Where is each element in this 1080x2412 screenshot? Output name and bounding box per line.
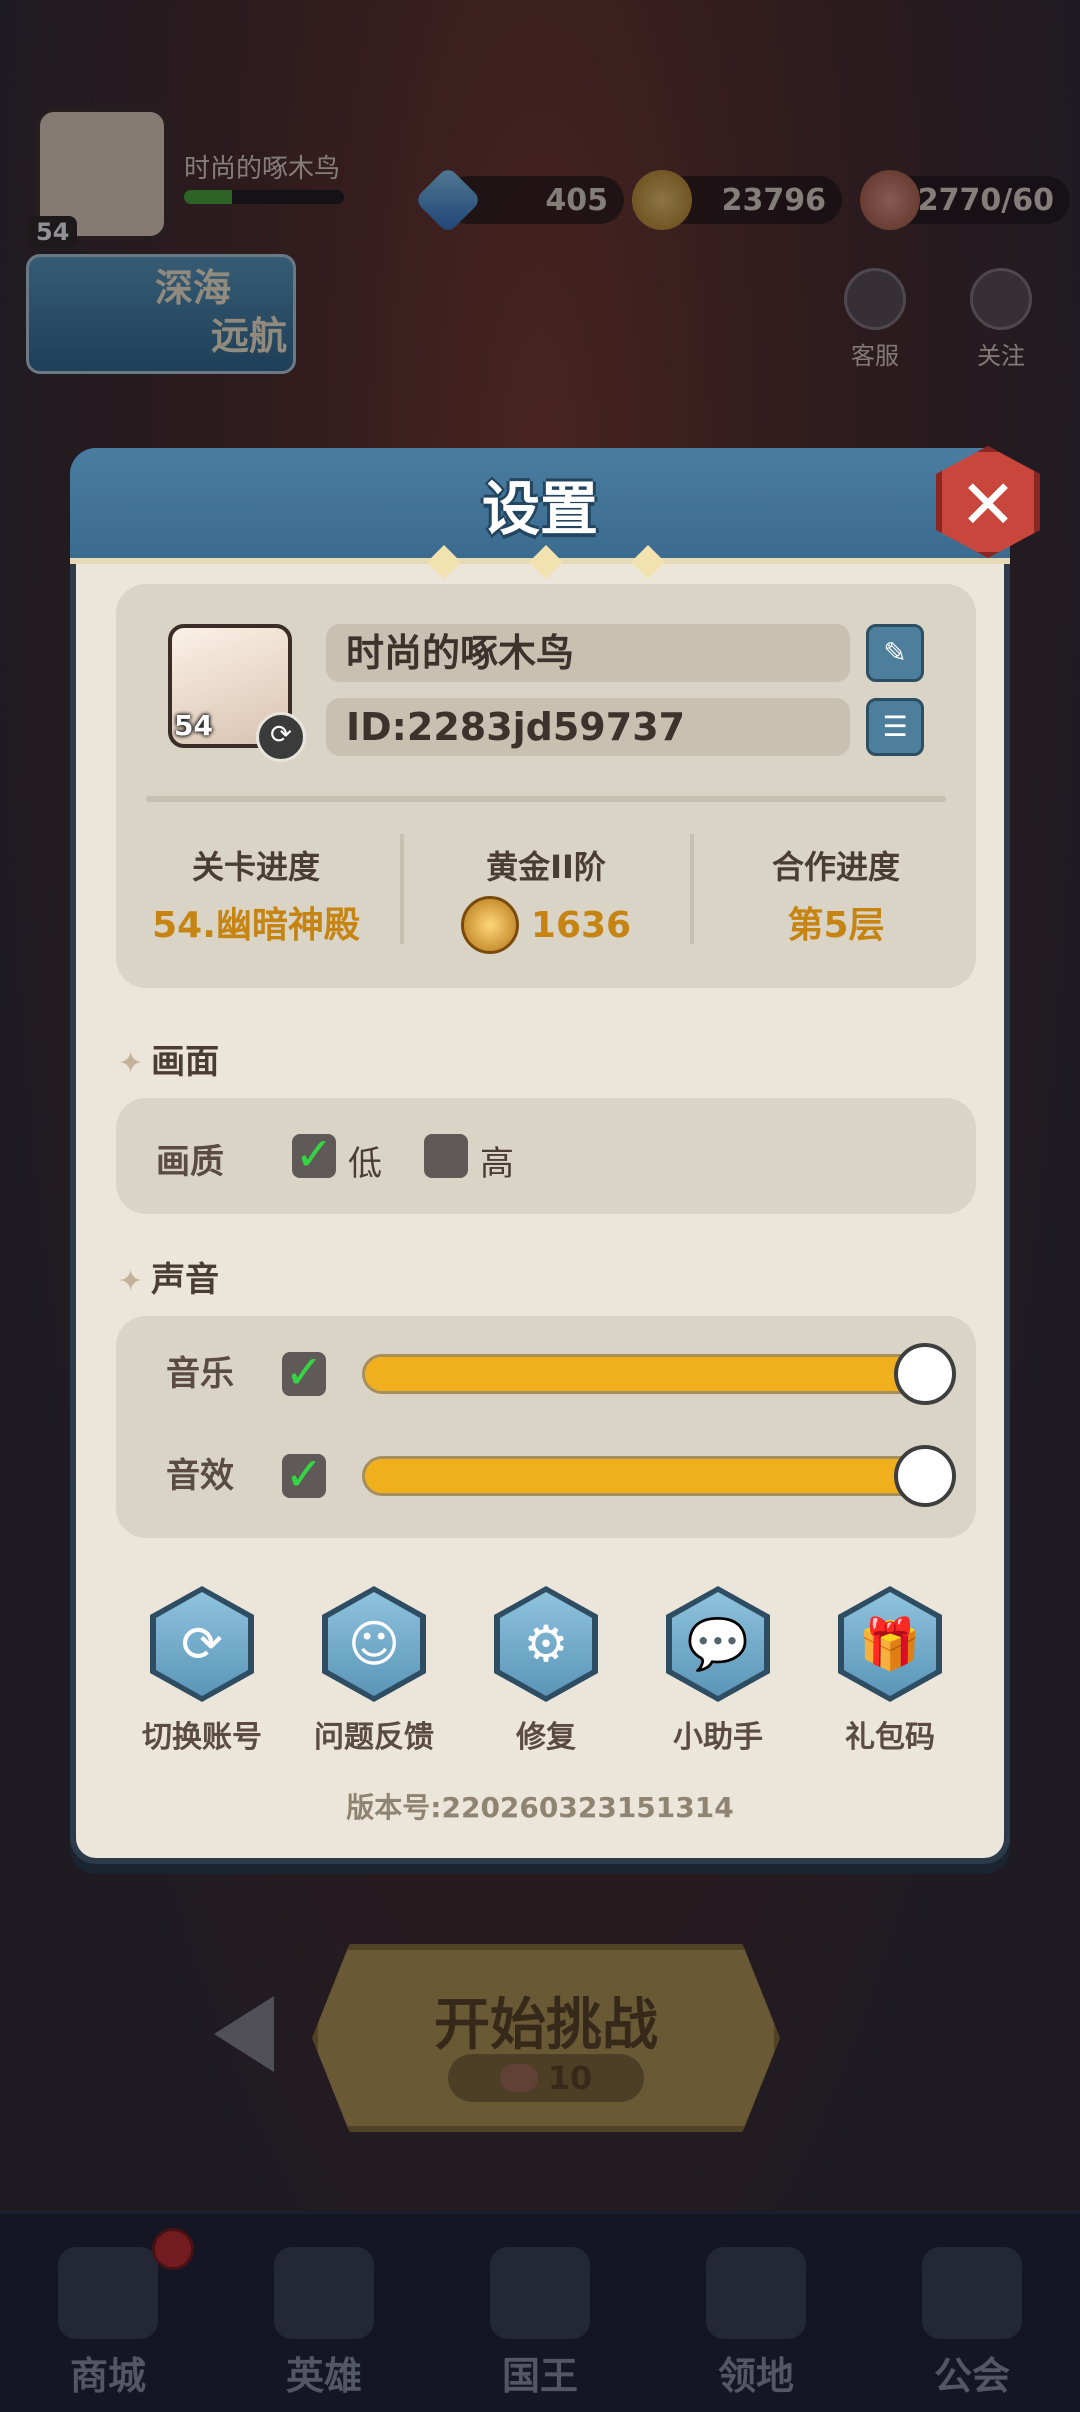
gift-code-label: 礼包码 [845, 1720, 935, 1755]
quality-label: 画质 [156, 1142, 224, 1182]
rank-badge-icon [460, 896, 519, 954]
divider [400, 834, 404, 944]
stat-label: 合作进度 [771, 848, 900, 886]
music-slider[interactable] [362, 1343, 956, 1405]
assistant-label: 小助手 [673, 1720, 763, 1755]
quality-high-label[interactable]: 高 [480, 1136, 514, 1185]
quality-high-checkbox[interactable] [424, 1134, 468, 1178]
close-icon: ✕ [959, 466, 1017, 545]
graphics-panel: 画质 ✓ 低 高 [116, 1098, 976, 1214]
sparkle-icon: ✦ [118, 1264, 144, 1299]
music-label: 音乐 [166, 1354, 234, 1394]
switch-account-button[interactable]: ⟳ 切换账号 [116, 1586, 288, 1756]
settings-dialog: 设置 54 ⟳ 时尚的啄木鸟 ✎ ID:2283jd59737 ☰ 关卡进度 5… [70, 448, 1010, 1864]
sound-panel: 音乐 ✓ 音效 ✓ [116, 1316, 976, 1538]
settings-actions: ⟳ 切换账号 ☺ 问题反馈 ⚙ 修复 💬 小助手 🎁 礼包码 [116, 1586, 976, 1756]
sfx-checkbox[interactable]: ✓ [282, 1451, 326, 1498]
gear-icon: ⚙ [523, 1615, 569, 1673]
feedback-button[interactable]: ☺ 问题反馈 [288, 1586, 460, 1756]
feedback-label: 问题反馈 [314, 1720, 434, 1755]
refresh-icon: ⟳ [181, 1615, 223, 1673]
stat-value-row: 1636 [406, 896, 686, 954]
profile-panel: 54 ⟳ 时尚的啄木鸟 ✎ ID:2283jd59737 ☰ 关卡进度 54.幽… [116, 584, 976, 988]
sparkle-icon: ✦ [118, 1046, 144, 1081]
settings-title: 设置 [481, 475, 598, 543]
music-checkbox[interactable]: ✓ [282, 1349, 326, 1396]
quality-low-checkbox[interactable]: ✓ [292, 1131, 336, 1178]
music-slider-fill [365, 1357, 925, 1391]
rank-stat: 黄金II阶 1636 [406, 842, 686, 954]
settings-header: 设置 [70, 448, 1010, 564]
gift-code-button[interactable]: 🎁 礼包码 [804, 1586, 976, 1756]
sfx-slider-knob[interactable] [894, 1445, 956, 1507]
wechat-icon: 💬 [686, 1615, 750, 1673]
pencil-icon: ✎ [883, 636, 907, 669]
feedback-icon: ☺ [347, 1615, 401, 1673]
switch-account-label: 切换账号 [142, 1720, 262, 1755]
gift-icon: 🎁 [858, 1615, 922, 1673]
stat-label: 黄金II阶 [486, 848, 606, 886]
sound-section-title: ✦ 声音 [118, 1252, 219, 1301]
stat-value: 第5层 [787, 905, 885, 946]
profile-level: 54 [174, 709, 213, 742]
quality-low-label[interactable]: 低 [348, 1136, 382, 1185]
player-id-field: ID:2283jd59737 [326, 698, 850, 756]
player-name-field: 时尚的啄木鸟 [326, 624, 850, 682]
graphics-section-title: ✦ 画面 [118, 1034, 219, 1083]
sound-section-label: 声音 [151, 1260, 220, 1300]
repair-label: 修复 [516, 1720, 576, 1755]
edit-name-button[interactable]: ✎ [866, 624, 924, 682]
checkmark-icon: ✓ [284, 1447, 324, 1501]
stat-value: 1636 [530, 904, 632, 946]
copy-icon: ☰ [882, 710, 908, 743]
swap-avatar-icon[interactable]: ⟳ [256, 712, 306, 762]
profile-avatar[interactable]: 54 ⟳ [168, 624, 306, 762]
divider [690, 834, 694, 944]
repair-button[interactable]: ⚙ 修复 [460, 1586, 632, 1756]
divider [146, 796, 946, 802]
sfx-slider[interactable] [362, 1445, 956, 1507]
coop-progress-stat: 合作进度 第5层 [696, 842, 976, 948]
checkmark-icon: ✓ [284, 1345, 324, 1399]
stat-value: 54.幽暗神殿 [152, 905, 360, 946]
checkmark-icon: ✓ [294, 1127, 334, 1181]
assistant-button[interactable]: 💬 小助手 [632, 1586, 804, 1756]
copy-id-button[interactable]: ☰ [866, 698, 924, 756]
version-text: 版本号:220260323151314 [346, 1791, 734, 1824]
stage-progress-stat: 关卡进度 54.幽暗神殿 [116, 842, 396, 948]
music-slider-knob[interactable] [894, 1343, 956, 1405]
sfx-label: 音效 [166, 1456, 234, 1496]
sfx-slider-fill [365, 1459, 925, 1493]
graphics-section-label: 画面 [151, 1042, 220, 1082]
stat-label: 关卡进度 [191, 848, 320, 886]
